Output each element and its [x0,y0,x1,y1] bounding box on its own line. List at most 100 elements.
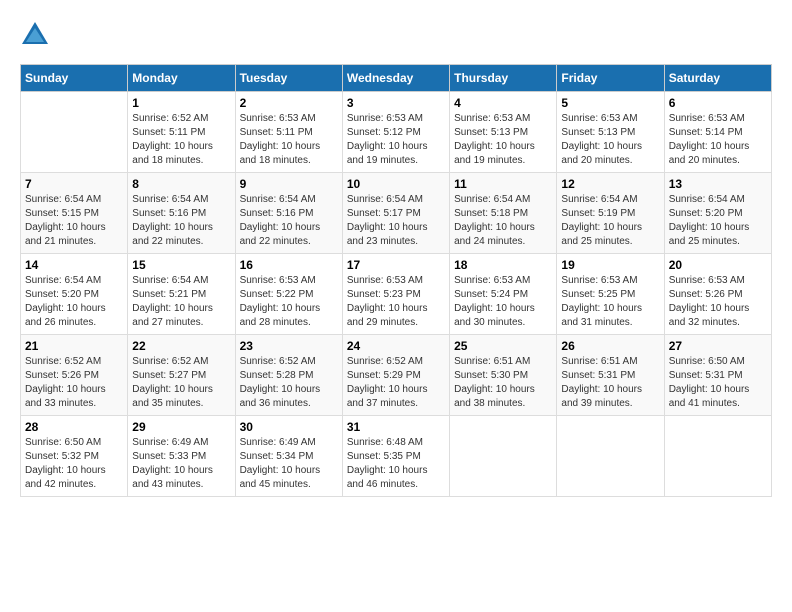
day-number: 21 [25,339,123,353]
calendar-cell: 14Sunrise: 6:54 AMSunset: 5:20 PMDayligh… [21,254,128,335]
calendar-cell: 26 Sunrise: 6:51 AMSunset: 5:31 PMDayligh… [557,335,664,416]
day-number: 13 [669,177,767,191]
day-number: 30 [240,420,338,434]
day-detail: Sunrise: 6:52 AMSunset: 5:27 PMDaylight:… [132,355,230,411]
day-number: 24 [347,339,445,353]
calendar-body: 1Sunrise: 6:52 AMSunset: 5:11 PMDaylight… [21,92,772,497]
day-detail: Sunrise: 6:54 AMSunset: 5:20 PMDaylight:… [669,193,767,249]
calendar-table: SundayMondayTuesdayWednesdayThursdayFrid… [20,64,772,497]
calendar-cell: 9 Sunrise: 6:54 AMSunset: 5:16 PMDaylight… [235,173,342,254]
day-detail: Sunrise: 6:54 AMSunset: 5:17 PMDaylight:… [347,193,445,249]
page-header [20,20,772,48]
day-number: 11 [454,177,552,191]
calendar-cell: 3 Sunrise: 6:53 AMSunset: 5:12 PMDaylight… [342,92,449,173]
calendar-cell: 24 Sunrise: 6:52 AMSunset: 5:29 PMDayligh… [342,335,449,416]
day-detail: Sunrise: 6:53 AMSunset: 5:13 PMDaylight:… [561,112,659,168]
day-number: 6 [669,96,767,110]
calendar-cell: 6 Sunrise: 6:53 AMSunset: 5:14 PMDaylight… [664,92,771,173]
day-detail: Sunrise: 6:54 AMSunset: 5:16 PMDaylight:… [132,193,230,249]
day-detail: Sunrise: 6:54 AMSunset: 5:19 PMDaylight:… [561,193,659,249]
calendar-cell: 28 Sunrise: 6:50 AMSunset: 5:32 PMDayligh… [21,416,128,497]
day-number: 12 [561,177,659,191]
day-detail: Sunrise: 6:53 AMSunset: 5:23 PMDaylight:… [347,274,445,330]
day-detail: Sunrise: 6:53 AMSunset: 5:22 PMDaylight:… [240,274,338,330]
day-detail: Sunrise: 6:53 AMSunset: 5:24 PMDaylight:… [454,274,552,330]
calendar-cell: 27Sunrise: 6:50 AMSunset: 5:31 PMDayligh… [664,335,771,416]
calendar-cell: 2 Sunrise: 6:53 AMSunset: 5:11 PMDaylight… [235,92,342,173]
calendar-cell: 30 Sunrise: 6:49 AMSunset: 5:34 PMDayligh… [235,416,342,497]
day-number: 4 [454,96,552,110]
calendar-header: SundayMondayTuesdayWednesdayThursdayFrid… [21,65,772,92]
day-number: 25 [454,339,552,353]
calendar-cell [21,92,128,173]
day-detail: Sunrise: 6:52 AMSunset: 5:26 PMDaylight:… [25,355,123,411]
day-number: 5 [561,96,659,110]
day-detail: Sunrise: 6:49 AMSunset: 5:33 PMDaylight:… [132,436,230,492]
day-detail: Sunrise: 6:53 AMSunset: 5:11 PMDaylight:… [240,112,338,168]
calendar-cell: 12 Sunrise: 6:54 AMSunset: 5:19 PMDayligh… [557,173,664,254]
header-day-friday: Friday [557,65,664,92]
header-day-sunday: Sunday [21,65,128,92]
calendar-cell [450,416,557,497]
day-detail: Sunrise: 6:54 AMSunset: 5:16 PMDaylight:… [240,193,338,249]
calendar-week-5: 28 Sunrise: 6:50 AMSunset: 5:32 PMDayligh… [21,416,772,497]
day-detail: Sunrise: 6:51 AMSunset: 5:30 PMDaylight:… [454,355,552,411]
day-number: 10 [347,177,445,191]
header-day-wednesday: Wednesday [342,65,449,92]
calendar-cell: 15 Sunrise: 6:54 AMSunset: 5:21 PMDayligh… [128,254,235,335]
day-detail: Sunrise: 6:50 AMSunset: 5:31 PMDaylight:… [669,355,767,411]
calendar-week-2: 7 Sunrise: 6:54 AMSunset: 5:15 PMDaylight… [21,173,772,254]
logo [20,20,54,48]
header-day-thursday: Thursday [450,65,557,92]
day-detail: Sunrise: 6:52 AMSunset: 5:29 PMDaylight:… [347,355,445,411]
day-number: 31 [347,420,445,434]
calendar-week-4: 21 Sunrise: 6:52 AMSunset: 5:26 PMDayligh… [21,335,772,416]
day-detail: Sunrise: 6:50 AMSunset: 5:32 PMDaylight:… [25,436,123,492]
calendar-cell: 4Sunrise: 6:53 AMSunset: 5:13 PMDaylight… [450,92,557,173]
calendar-cell: 10 Sunrise: 6:54 AMSunset: 5:17 PMDayligh… [342,173,449,254]
calendar-cell: 7 Sunrise: 6:54 AMSunset: 5:15 PMDaylight… [21,173,128,254]
day-number: 20 [669,258,767,272]
day-detail: Sunrise: 6:54 AMSunset: 5:15 PMDaylight:… [25,193,123,249]
day-detail: Sunrise: 6:54 AMSunset: 5:18 PMDaylight:… [454,193,552,249]
day-detail: Sunrise: 6:54 AMSunset: 5:20 PMDaylight:… [25,274,123,330]
day-number: 29 [132,420,230,434]
day-number: 19 [561,258,659,272]
calendar-cell: 5 Sunrise: 6:53 AMSunset: 5:13 PMDaylight… [557,92,664,173]
day-number: 26 [561,339,659,353]
calendar-cell: 11 Sunrise: 6:54 AMSunset: 5:18 PMDayligh… [450,173,557,254]
day-detail: Sunrise: 6:52 AMSunset: 5:28 PMDaylight:… [240,355,338,411]
day-detail: Sunrise: 6:53 AMSunset: 5:26 PMDaylight:… [669,274,767,330]
day-number: 16 [240,258,338,272]
day-detail: Sunrise: 6:53 AMSunset: 5:14 PMDaylight:… [669,112,767,168]
day-number: 7 [25,177,123,191]
day-number: 15 [132,258,230,272]
day-number: 18 [454,258,552,272]
day-number: 3 [347,96,445,110]
day-number: 1 [132,96,230,110]
calendar-cell: 31Sunrise: 6:48 AMSunset: 5:35 PMDayligh… [342,416,449,497]
calendar-cell: 19 Sunrise: 6:53 AMSunset: 5:25 PMDayligh… [557,254,664,335]
day-number: 22 [132,339,230,353]
day-detail: Sunrise: 6:54 AMSunset: 5:21 PMDaylight:… [132,274,230,330]
calendar-cell: 29 Sunrise: 6:49 AMSunset: 5:33 PMDayligh… [128,416,235,497]
calendar-week-1: 1Sunrise: 6:52 AMSunset: 5:11 PMDaylight… [21,92,772,173]
day-detail: Sunrise: 6:53 AMSunset: 5:25 PMDaylight:… [561,274,659,330]
logo-icon [20,20,50,48]
calendar-cell: 21 Sunrise: 6:52 AMSunset: 5:26 PMDayligh… [21,335,128,416]
day-number: 28 [25,420,123,434]
header-day-tuesday: Tuesday [235,65,342,92]
calendar-cell [664,416,771,497]
header-day-saturday: Saturday [664,65,771,92]
day-number: 8 [132,177,230,191]
day-detail: Sunrise: 6:53 AMSunset: 5:12 PMDaylight:… [347,112,445,168]
day-detail: Sunrise: 6:49 AMSunset: 5:34 PMDaylight:… [240,436,338,492]
day-number: 23 [240,339,338,353]
day-number: 9 [240,177,338,191]
day-detail: Sunrise: 6:51 AMSunset: 5:31 PMDaylight:… [561,355,659,411]
calendar-cell: 17 Sunrise: 6:53 AMSunset: 5:23 PMDayligh… [342,254,449,335]
header-row: SundayMondayTuesdayWednesdayThursdayFrid… [21,65,772,92]
day-number: 2 [240,96,338,110]
day-number: 17 [347,258,445,272]
calendar-cell: 16 Sunrise: 6:53 AMSunset: 5:22 PMDayligh… [235,254,342,335]
